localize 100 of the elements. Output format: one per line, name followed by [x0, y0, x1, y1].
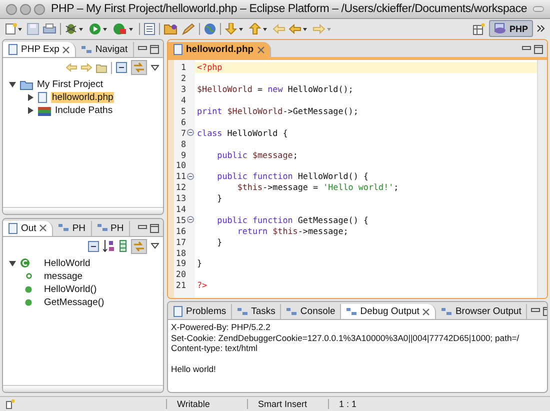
code-line: }	[216, 236, 222, 247]
panel-icon	[96, 223, 108, 233]
line-number: 11	[174, 171, 186, 182]
expanded-arrow-icon[interactable]	[9, 81, 16, 88]
bottom-tab[interactable]: Tasks	[232, 304, 282, 319]
link-arrows-icon	[133, 240, 145, 252]
code-line: }	[216, 193, 222, 204]
close-icon[interactable]	[256, 46, 265, 54]
explorer-tab[interactable]: Navigat	[76, 42, 134, 57]
print-icon[interactable]	[43, 22, 56, 34]
explorer-tab[interactable]: PHP Exp	[3, 42, 76, 57]
fold-icon[interactable]	[187, 129, 194, 136]
run-icon[interactable]	[89, 22, 109, 34]
line-number: 17	[174, 236, 186, 247]
line-number: 1	[180, 62, 186, 72]
back-arrow-icon[interactable]	[289, 24, 309, 34]
filter-icon[interactable]	[119, 240, 127, 252]
code-line: ?>	[196, 280, 208, 290]
output-line: Hello world!	[171, 364, 217, 374]
collapsed-arrow-icon[interactable]	[27, 107, 34, 114]
collapse-all-icon[interactable]	[116, 62, 127, 73]
line-number: 21	[174, 280, 186, 290]
tree-item[interactable]: My First Project	[37, 79, 103, 90]
run-external-icon[interactable]	[113, 22, 135, 34]
bottom-tab[interactable]: Problems	[168, 304, 232, 319]
class-icon	[20, 258, 30, 268]
status-text: Smart Insert	[247, 399, 328, 409]
line-number: 6	[180, 116, 186, 127]
line-number: 10	[174, 160, 186, 170]
pencil-icon[interactable]	[182, 22, 195, 34]
outline-item[interactable]: GetMessage()	[44, 296, 104, 308]
outline-item[interactable]: HelloWorld()	[44, 284, 97, 294]
open-perspective-icon[interactable]	[473, 22, 486, 34]
next-annotation-icon[interactable]	[225, 22, 245, 34]
previous-annotation-icon[interactable]	[249, 22, 269, 34]
line-number: 13	[174, 193, 186, 204]
document-icon[interactable]	[144, 22, 155, 34]
code-line: <?php	[196, 62, 222, 72]
close-icon[interactable]	[62, 46, 70, 54]
line-number: 4	[180, 95, 186, 106]
maximize-icon[interactable]	[150, 224, 159, 232]
fold-icon[interactable]	[187, 172, 194, 180]
line-number: 16	[174, 226, 186, 236]
outline-item[interactable]: message	[44, 270, 83, 282]
horizontal-scrollbar[interactable]	[3, 206, 163, 214]
fold-icon[interactable]	[187, 216, 194, 224]
file-icon	[8, 222, 18, 234]
maximize-icon[interactable]	[150, 45, 159, 54]
window-control-icon[interactable]	[34, 4, 45, 14]
outline-item[interactable]: HelloWorld	[44, 258, 90, 268]
maximize-icon[interactable]	[534, 45, 543, 54]
code-line: return $this->message;	[236, 226, 348, 236]
view-menu-icon[interactable]	[151, 64, 159, 70]
code-line: }	[196, 258, 202, 268]
collapsed-arrow-icon[interactable]	[27, 94, 34, 101]
outline-tab[interactable]: Out	[3, 220, 54, 236]
close-icon[interactable]	[422, 308, 430, 316]
bottom-tab[interactable]: Browser Output	[436, 304, 528, 319]
editor-tab[interactable]: helloworld.php	[168, 42, 271, 57]
fast-view-icon[interactable]	[6, 399, 15, 409]
status-text: 1 : 1	[328, 399, 409, 409]
perspective-button[interactable]: PHP	[489, 20, 533, 37]
outline-tab[interactable]: PH	[92, 220, 130, 236]
link-arrows-icon	[133, 62, 145, 73]
line-number: 14	[174, 204, 186, 214]
open-folder-icon[interactable]	[164, 22, 178, 34]
line-number: 20	[174, 269, 186, 280]
line-number: 8	[180, 138, 186, 149]
file-icon	[8, 44, 18, 55]
view-menu-icon[interactable]	[151, 243, 159, 249]
vertical-scrollbar[interactable]	[537, 60, 547, 298]
up-folder-icon[interactable]	[96, 62, 107, 72]
tree-item[interactable]: Include Paths	[55, 105, 113, 116]
panel-icon	[81, 44, 92, 54]
globe-icon[interactable]	[204, 22, 216, 34]
bug-icon[interactable]	[65, 22, 85, 34]
tree-item[interactable]: helloworld.php	[51, 92, 114, 103]
line-number: 3	[180, 84, 186, 94]
file-icon	[173, 44, 183, 55]
status-text: Writable	[166, 399, 247, 409]
outline-tab[interactable]: PH	[53, 220, 92, 236]
horizontal-scrollbar[interactable]	[3, 385, 163, 392]
window-control-icon[interactable]	[20, 4, 31, 14]
more-icon[interactable]	[537, 25, 545, 32]
toolbar-toggle-icon[interactable]	[533, 5, 544, 13]
window-control-icon[interactable]	[6, 4, 17, 14]
new-icon[interactable]	[5, 22, 23, 34]
panel-icon	[346, 306, 358, 316]
sort-icon[interactable]	[103, 240, 115, 252]
close-icon[interactable]	[39, 224, 48, 232]
code-line: print $HelloWorld->GetMessage();	[196, 106, 358, 116]
line-number: 15	[174, 214, 186, 225]
panel-icon	[286, 306, 298, 316]
line-number: 2	[180, 73, 186, 84]
panel-icon	[237, 306, 248, 316]
code-line: class HelloWorld {	[196, 128, 288, 138]
expanded-arrow-icon[interactable]	[9, 260, 16, 266]
file-icon	[173, 306, 183, 317]
bottom-tab[interactable]: Debug Output	[341, 304, 436, 319]
collapse-all-icon[interactable]	[88, 240, 99, 252]
